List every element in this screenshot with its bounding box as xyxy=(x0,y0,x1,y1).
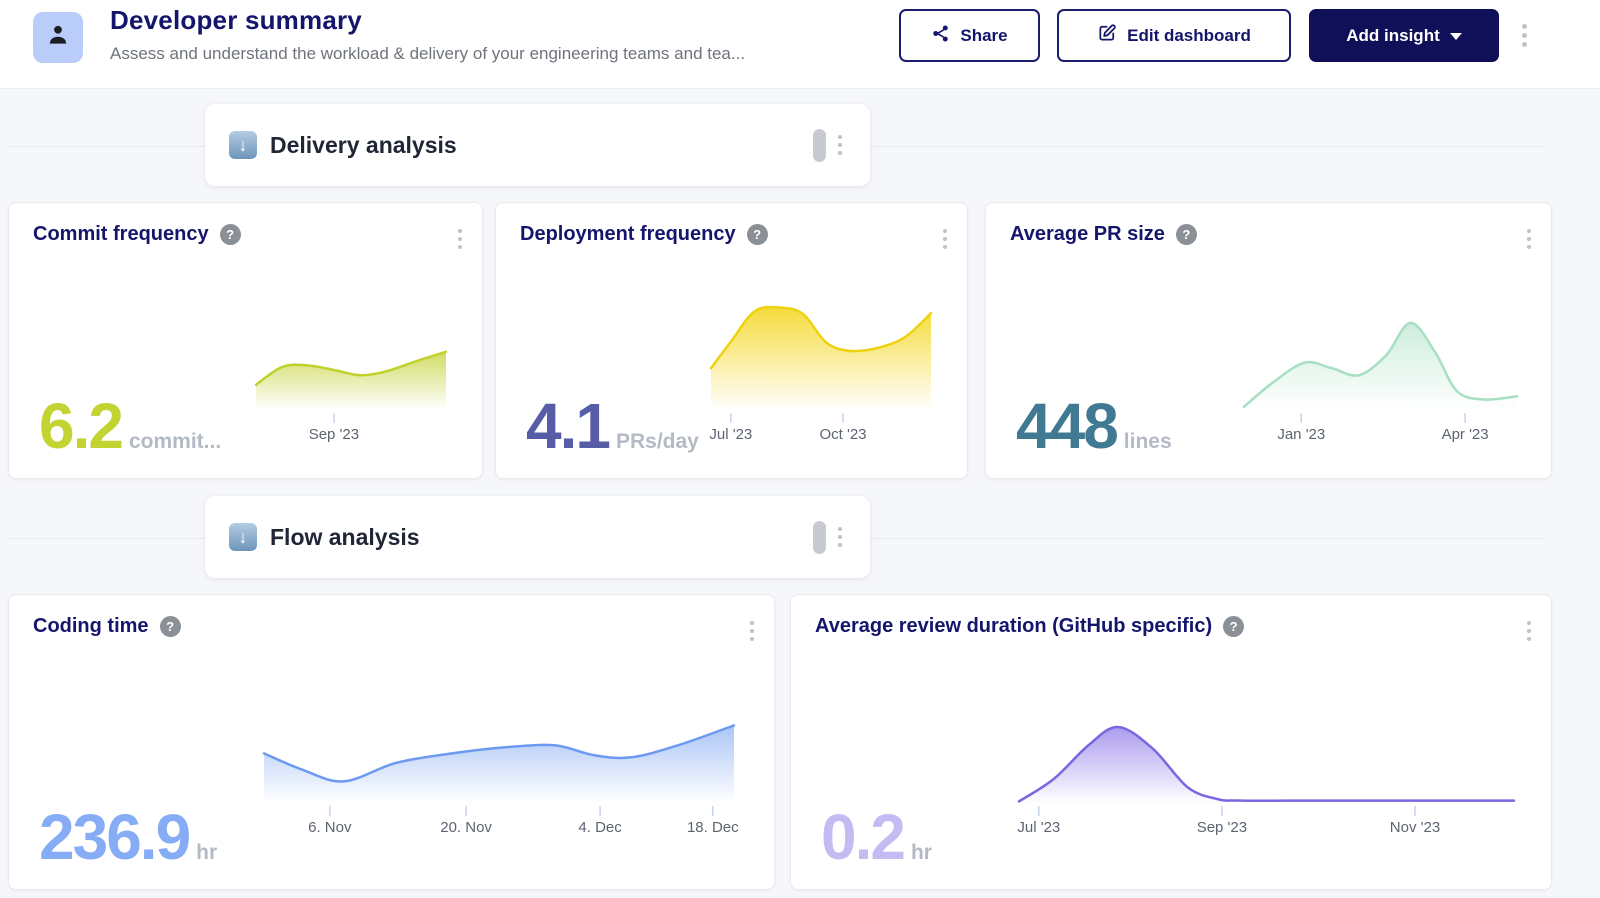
down-arrow-emoji-icon: ↓ xyxy=(229,523,257,551)
top-header: Developer summary Assess and understand … xyxy=(0,0,1600,89)
metric-value: 4.1 xyxy=(526,394,609,458)
metric-unit: PRs/day xyxy=(616,430,699,454)
metric-unit: lines xyxy=(1124,430,1172,454)
page-subtitle: Assess and understand the workload & del… xyxy=(110,44,745,64)
metric-card-deployment-frequency: Deployment frequency ? 4.1 PRs/day Jul '… xyxy=(495,202,968,479)
metric-card-average-review-duration: Average review duration (GitHub specific… xyxy=(790,594,1552,890)
edit-dashboard-button-label: Edit dashboard xyxy=(1127,26,1251,46)
edit-dashboard-button[interactable]: Edit dashboard xyxy=(1057,9,1291,62)
metric-unit: hr xyxy=(196,841,217,865)
card-title: Average PR size xyxy=(1010,223,1165,246)
metric-card-average-pr-size: Average PR size ? 448 lines Jan '23 Apr '… xyxy=(985,202,1552,479)
metric-unit: commit... xyxy=(129,430,221,454)
section-header-delivery-analysis: ↓ Delivery analysis xyxy=(205,104,870,186)
svg-text:Oct '23: Oct '23 xyxy=(819,426,866,443)
section-title: Flow analysis xyxy=(270,524,420,551)
add-insight-button[interactable]: Add insight xyxy=(1309,9,1499,62)
metric-value: 236.9 xyxy=(39,805,189,869)
svg-text:Sep '23: Sep '23 xyxy=(1197,819,1247,836)
metric-card-coding-time: Coding time ? 236.9 hr 6. Nov 20. Nov 4. D… xyxy=(8,594,775,890)
svg-text:Sep '23: Sep '23 xyxy=(309,426,359,443)
drag-handle[interactable] xyxy=(813,521,826,554)
section-kebab-menu[interactable] xyxy=(834,523,846,551)
metric-unit: hr xyxy=(911,841,932,865)
card-kebab-menu[interactable] xyxy=(746,617,758,645)
metric-value: 0.2 xyxy=(821,805,904,869)
svg-text:6. Nov: 6. Nov xyxy=(308,819,352,836)
person-icon xyxy=(45,22,71,53)
card-title: Deployment frequency xyxy=(520,223,736,246)
area-chart-deployment-frequency: Jul '23 Oct '23 xyxy=(711,300,931,444)
svg-text:18. Dec: 18. Dec xyxy=(687,819,739,836)
edit-icon xyxy=(1097,23,1117,48)
help-icon[interactable]: ? xyxy=(747,224,768,245)
metric-card-commit-frequency: Commit frequency ? 6.2 commit... Sep '23 xyxy=(8,202,483,479)
metric-value: 6.2 xyxy=(39,394,122,458)
help-icon[interactable]: ? xyxy=(220,224,241,245)
card-title: Average review duration (GitHub specific… xyxy=(815,615,1212,638)
section-header-flow-analysis: ↓ Flow analysis xyxy=(205,496,870,578)
svg-text:Jul '23: Jul '23 xyxy=(1017,819,1060,836)
svg-text:Nov '23: Nov '23 xyxy=(1390,819,1440,836)
svg-text:4. Dec: 4. Dec xyxy=(578,819,622,836)
help-icon[interactable]: ? xyxy=(160,616,181,637)
section-title: Delivery analysis xyxy=(270,132,457,159)
metric-value: 448 xyxy=(1016,394,1117,458)
area-chart-average-pr-size: Jan '23 Apr '23 xyxy=(1244,305,1517,444)
card-kebab-menu[interactable] xyxy=(939,225,951,253)
section-kebab-menu[interactable] xyxy=(834,131,846,159)
add-insight-button-label: Add insight xyxy=(1346,26,1439,46)
help-icon[interactable]: ? xyxy=(1176,224,1197,245)
help-icon[interactable]: ? xyxy=(1223,616,1244,637)
share-button-label: Share xyxy=(960,26,1007,46)
card-title: Coding time xyxy=(33,615,149,638)
svg-text:20. Nov: 20. Nov xyxy=(440,819,492,836)
svg-text:Jul '23: Jul '23 xyxy=(709,426,752,443)
chevron-down-icon xyxy=(1450,33,1462,40)
area-chart-coding-time: 6. Nov20. Nov4. Dec18. Dec xyxy=(264,723,734,837)
avatar xyxy=(33,12,83,63)
svg-text:Jan '23: Jan '23 xyxy=(1277,426,1325,443)
card-title: Commit frequency xyxy=(33,223,209,246)
share-icon xyxy=(931,24,950,48)
drag-handle[interactable] xyxy=(813,129,826,162)
share-button[interactable]: Share xyxy=(899,9,1040,62)
card-kebab-menu[interactable] xyxy=(1523,225,1535,253)
page-title: Developer summary xyxy=(110,5,362,36)
card-kebab-menu[interactable] xyxy=(1523,617,1535,645)
area-chart-commit-frequency: Sep '23 xyxy=(256,350,446,444)
card-kebab-menu[interactable] xyxy=(454,225,466,253)
area-chart-average-review-duration: Jul '23 Sep '23 Nov '23 xyxy=(1019,723,1514,837)
svg-text:Apr '23: Apr '23 xyxy=(1442,426,1489,443)
header-kebab-menu[interactable] xyxy=(1518,20,1531,51)
down-arrow-emoji-icon: ↓ xyxy=(229,131,257,159)
